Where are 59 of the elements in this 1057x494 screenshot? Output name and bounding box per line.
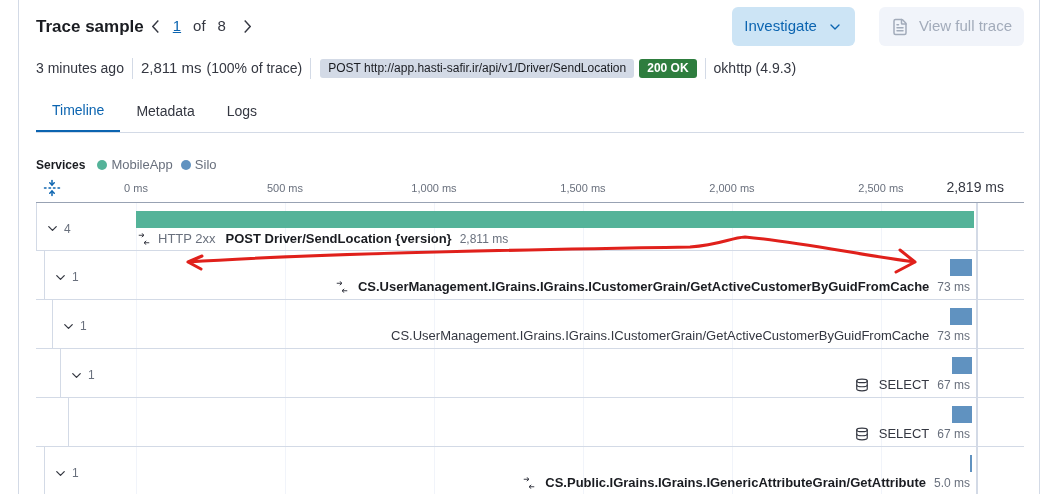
axis-tick-label: 2,500 ms <box>858 181 904 196</box>
span-duration: 5.0 ms <box>934 474 970 492</box>
user-agent: okhttp (4.9.3) <box>704 57 797 79</box>
axis-total: 2,819 ms <box>946 178 1004 197</box>
span-type: HTTP 2xx <box>158 230 216 248</box>
database-icon <box>854 426 869 441</box>
page-link[interactable]: 1 <box>172 15 182 38</box>
axis-tick-label: 0 ms <box>124 181 148 196</box>
services-label: Services <box>36 157 86 174</box>
span-name[interactable]: POST Driver/SendLocation {version} <box>225 229 452 249</box>
tab[interactable]: Logs <box>210 91 274 132</box>
legend-label: Silo <box>194 156 217 175</box>
trace-duration: 2,811 ms <box>139 57 202 78</box>
collapse-toggle[interactable]: 4 <box>45 219 71 238</box>
span-bar[interactable] <box>950 259 972 276</box>
pager-text: of <box>193 16 206 37</box>
section-title: Trace sample <box>36 15 144 38</box>
request-badge: POST http://app.hasti-safir.ir/api/v1/Driver/SendLocation <box>320 58 635 78</box>
span-name[interactable]: CS.Public.IGrains.IGrains.IGenericAttributeGrain/GetAttribute <box>545 473 926 493</box>
axis-tick-label: 1,000 ms <box>411 181 457 196</box>
span-duration: 73 ms <box>937 278 970 296</box>
trace-age: 3 minutes ago <box>36 57 133 79</box>
collapse-toggle[interactable]: 1 <box>53 268 79 286</box>
status-badge: 200 OK <box>639 58 697 78</box>
previous-button[interactable] <box>151 20 159 33</box>
exit-span-icon <box>335 280 348 293</box>
span-name[interactable]: SELECT <box>878 424 930 444</box>
chevron-right-icon <box>243 20 251 33</box>
document-icon <box>890 17 909 36</box>
span-name[interactable]: CS.UserManagement.IGrains.IGrains.ICustomerGrain/GetActiveCustomerByGuidFromCache <box>391 326 930 346</box>
span-duration: 2,811 ms <box>459 230 509 248</box>
pager-total: 8 <box>217 16 226 37</box>
axis-tick-label: 500 ms <box>266 181 303 196</box>
collapse-toggle[interactable]: 1 <box>69 366 95 384</box>
legend-label: MobileApp <box>111 156 173 175</box>
span-duration: 73 ms <box>937 327 970 345</box>
database-icon <box>854 377 869 392</box>
collapse-toggle[interactable]: 1 <box>61 317 87 335</box>
collapse-all-button[interactable] <box>43 179 61 197</box>
fold-icon <box>43 179 61 197</box>
tab[interactable]: Metadata <box>120 91 211 132</box>
span-bar[interactable] <box>952 357 972 374</box>
span-duration: 67 ms <box>937 425 970 443</box>
span-name[interactable]: CS.UserManagement.IGrains.IGrains.ICustomerGrain/GetActiveCustomerByGuidFromCache <box>357 277 930 297</box>
trace-share: (100% of trace) <box>201 57 312 79</box>
exit-span-icon <box>523 476 536 489</box>
tab[interactable]: Timeline <box>36 91 121 132</box>
axis-tick-label: 2,000 ms <box>709 181 755 196</box>
span-bar[interactable] <box>950 308 972 325</box>
span-name[interactable]: SELECT <box>878 375 930 395</box>
span-duration: 67 ms <box>937 376 970 394</box>
exit-span-icon <box>138 232 150 245</box>
chevron-left-icon <box>151 20 159 33</box>
span-bar[interactable] <box>952 406 972 423</box>
axis-tick-label: 1,500 ms <box>560 181 606 196</box>
span-bar[interactable] <box>136 211 974 228</box>
next-button[interactable] <box>243 20 251 33</box>
collapse-toggle[interactable]: 1 <box>53 464 79 482</box>
investigate-button[interactable]: Investigate <box>732 7 855 46</box>
